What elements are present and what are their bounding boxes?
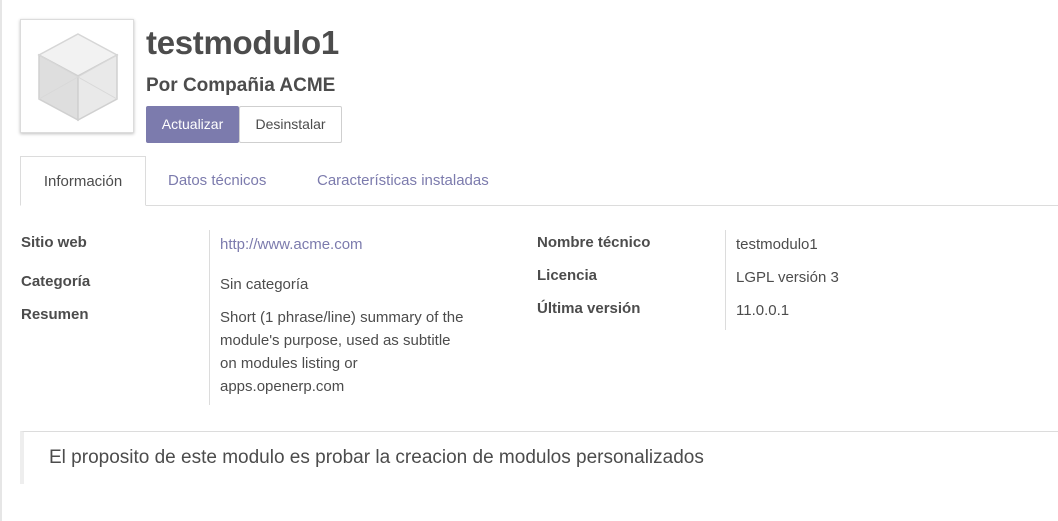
summary-line: module's purpose, used as subtitle	[220, 332, 451, 349]
latest-version-value: 11.0.0.1	[736, 302, 790, 319]
summary-value: Short (1 phrase/line) summary of the mod…	[220, 306, 463, 398]
category-value: Sin categoría	[220, 276, 309, 293]
right-column-divider	[725, 230, 726, 330]
technical-name-value: testmodulo1	[736, 236, 818, 253]
tab-technical-data[interactable]: Datos técnicos	[168, 156, 266, 206]
update-button[interactable]: Actualizar	[146, 106, 239, 143]
left-column-divider	[209, 230, 210, 405]
summary-line: apps.openerp.com	[220, 378, 345, 395]
tab-installed-features[interactable]: Características instaladas	[317, 156, 489, 206]
license-value: LGPL versión 3	[736, 269, 839, 286]
latest-version-label: Última versión	[537, 300, 641, 317]
module-title: testmodulo1	[146, 24, 339, 61]
license-label: Licencia	[537, 267, 598, 284]
tab-information[interactable]: Información	[20, 156, 146, 206]
module-image	[20, 19, 134, 133]
summary-line: on modules listing or	[220, 355, 358, 372]
website-label: Sitio web	[21, 234, 87, 251]
left-edge-divider	[0, 0, 2, 521]
uninstall-button[interactable]: Desinstalar	[239, 106, 342, 143]
module-description: El proposito de este modulo es probar la…	[49, 447, 704, 468]
cube-icon	[37, 33, 119, 122]
summary-line: Short (1 phrase/line) summary of the	[220, 309, 464, 326]
module-author: Por Compañia ACME	[146, 75, 336, 96]
category-label: Categoría	[21, 273, 91, 290]
summary-label: Resumen	[21, 306, 89, 323]
website-link[interactable]: http://www.acme.com	[220, 233, 363, 256]
technical-name-label: Nombre técnico	[537, 234, 651, 251]
